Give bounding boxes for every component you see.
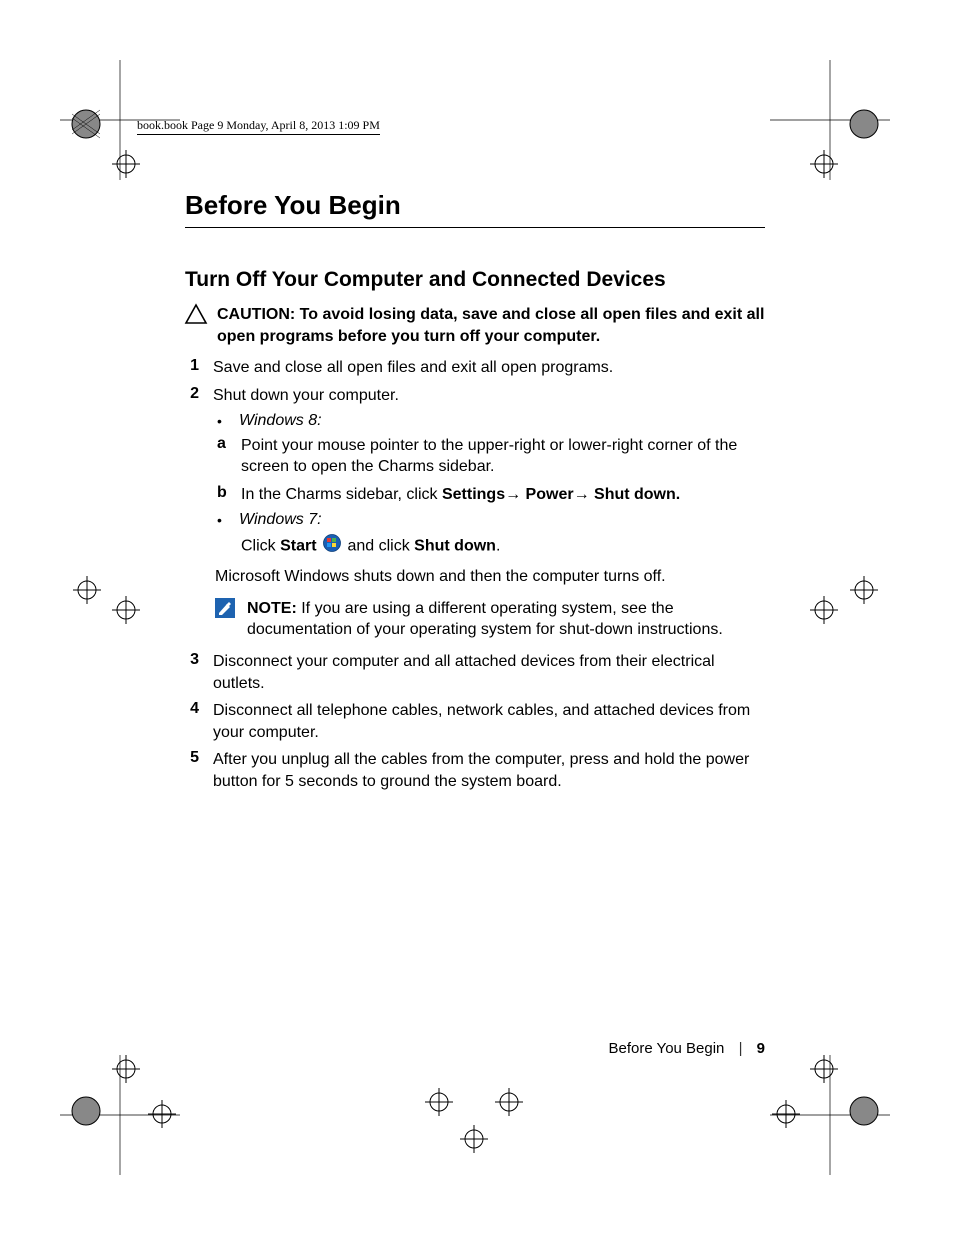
running-header: book.book Page 9 Monday, April 8, 2013 1… bbox=[137, 118, 380, 135]
footer-page-number: 9 bbox=[757, 1040, 765, 1057]
step-number: 4 bbox=[185, 700, 199, 743]
footer-section-label: Before You Begin bbox=[608, 1040, 724, 1057]
bold-start: Start bbox=[280, 537, 316, 554]
text-fragment: . bbox=[496, 537, 500, 554]
register-target-icon bbox=[148, 1100, 176, 1128]
bullet-icon: • bbox=[217, 511, 227, 529]
register-rosette-icon bbox=[848, 1095, 880, 1127]
page-footer: Before You Begin | 9 bbox=[185, 1040, 765, 1057]
title-rule bbox=[185, 227, 765, 228]
step-5: 5 After you unplug all the cables from t… bbox=[185, 749, 765, 792]
page-title: Before You Begin bbox=[185, 190, 765, 221]
step-number: 1 bbox=[185, 357, 199, 379]
step-number: 5 bbox=[185, 749, 199, 792]
bullet-icon: • bbox=[217, 412, 227, 430]
register-rosette-icon bbox=[848, 108, 880, 140]
arrow-icon: → bbox=[505, 486, 525, 503]
footer-separator: | bbox=[739, 1040, 743, 1057]
note-block: NOTE: If you are using a different opera… bbox=[215, 598, 765, 641]
substep-text: In the Charms sidebar, click Settings→ P… bbox=[241, 484, 765, 506]
register-target-icon bbox=[810, 150, 838, 178]
step-1: 1 Save and close all open files and exit… bbox=[185, 357, 765, 379]
bold-settings: Settings bbox=[442, 486, 505, 503]
arrow-icon: → bbox=[574, 486, 594, 503]
step-text: Disconnect your computer and all attache… bbox=[213, 651, 765, 694]
step-text: After you unplug all the cables from the… bbox=[213, 749, 765, 792]
bold-shutdown: Shut down. bbox=[594, 486, 680, 503]
substep-text: Point your mouse pointer to the upper-ri… bbox=[241, 435, 765, 478]
register-target-icon bbox=[460, 1125, 488, 1153]
register-target-icon bbox=[112, 1055, 140, 1083]
substep-letter: a bbox=[217, 435, 229, 478]
page-body: Before You Begin Turn Off Your Computer … bbox=[185, 190, 765, 798]
bold-shutdown: Shut down bbox=[414, 537, 496, 554]
crop-mark-icon bbox=[60, 1055, 180, 1175]
bullet-windows8: • Windows 8: bbox=[217, 412, 765, 430]
register-target-icon bbox=[112, 150, 140, 178]
bold-power: Power bbox=[526, 486, 574, 503]
crop-mark-icon bbox=[770, 60, 890, 180]
substep-a: a Point your mouse pointer to the upper-… bbox=[217, 435, 765, 478]
substep-b: b In the Charms sidebar, click Settings→… bbox=[217, 484, 765, 506]
note-text: NOTE: If you are using a different opera… bbox=[247, 598, 765, 641]
register-target-icon bbox=[495, 1088, 523, 1116]
caution-text: CAUTION: To avoid losing data, save and … bbox=[217, 304, 765, 347]
note-body: If you are using a different operating s… bbox=[247, 600, 723, 639]
register-rosette-icon bbox=[70, 1095, 102, 1127]
register-rosette-icon bbox=[70, 108, 102, 140]
windows7-instruction: Click Start and click Shut down. bbox=[241, 534, 765, 559]
text-fragment: Click bbox=[241, 537, 280, 554]
note-icon bbox=[215, 598, 235, 623]
substep-letter: b bbox=[217, 484, 229, 506]
text-fragment: In the Charms sidebar, click bbox=[241, 486, 442, 503]
register-target-icon bbox=[112, 596, 140, 624]
bullet-windows7: • Windows 7: bbox=[217, 511, 765, 529]
step-3: 3 Disconnect your computer and all attac… bbox=[185, 651, 765, 694]
register-target-icon bbox=[810, 1055, 838, 1083]
step-2: 2 Shut down your computer. bbox=[185, 385, 765, 407]
register-target-icon bbox=[425, 1088, 453, 1116]
register-target-icon bbox=[810, 596, 838, 624]
caution-icon bbox=[185, 304, 207, 329]
shutdown-result-text: Microsoft Windows shuts down and then th… bbox=[215, 566, 765, 588]
section-heading: Turn Off Your Computer and Connected Dev… bbox=[185, 268, 765, 292]
step-text: Shut down your computer. bbox=[213, 385, 765, 407]
bullet-label: Windows 8: bbox=[239, 412, 322, 430]
crop-mark-icon bbox=[770, 1055, 890, 1175]
caution-block: CAUTION: To avoid losing data, save and … bbox=[185, 304, 765, 347]
step-4: 4 Disconnect all telephone cables, netwo… bbox=[185, 700, 765, 743]
step-number: 3 bbox=[185, 651, 199, 694]
bullet-label: Windows 7: bbox=[239, 511, 322, 529]
register-target-icon bbox=[73, 576, 101, 604]
note-lead: NOTE: bbox=[247, 600, 297, 617]
step-text: Disconnect all telephone cables, network… bbox=[213, 700, 765, 743]
windows-start-icon bbox=[323, 534, 341, 559]
step-text: Save and close all open files and exit a… bbox=[213, 357, 765, 379]
register-target-icon bbox=[850, 576, 878, 604]
text-fragment: and click bbox=[347, 537, 414, 554]
step-number: 2 bbox=[185, 385, 199, 407]
register-target-icon bbox=[772, 1100, 800, 1128]
